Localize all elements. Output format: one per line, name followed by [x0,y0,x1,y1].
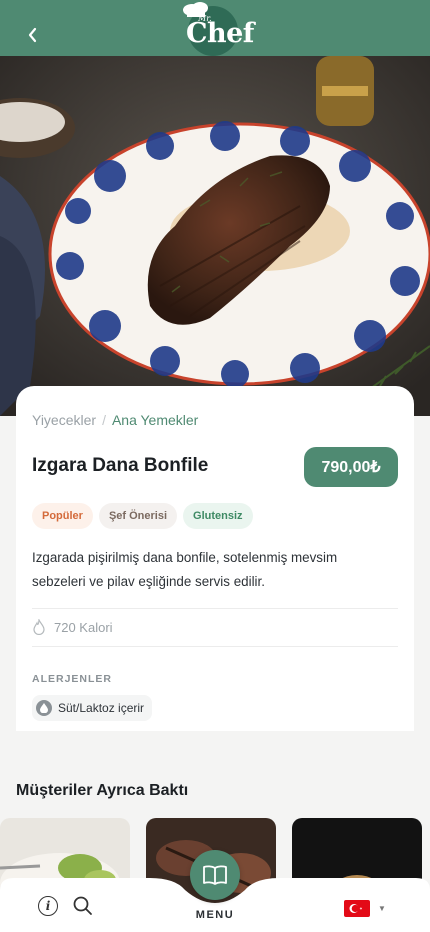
chevron-left-icon [28,27,37,43]
tag-chef-recommendation: Şef Önerisi [98,503,178,529]
app-header: Mr. Chef [0,0,430,56]
breadcrumb-separator: / [102,412,106,428]
milk-drop-icon [36,700,52,716]
allergen-chip: Süt/Laktoz içerir [32,695,153,721]
product-description: Izgarada pişirilmiş dana bonfile, sotele… [32,550,338,589]
chevron-down-icon: ▼ [378,904,386,913]
brand-logo[interactable]: Mr. Chef [174,2,254,56]
turkey-flag-icon [344,900,370,917]
menu-button[interactable] [190,850,240,900]
divider [32,646,398,647]
back-button[interactable] [18,20,48,50]
bottom-navigation: i MENU ▼ [0,850,430,932]
calorie-info: 720 Kalori [32,619,113,635]
divider [32,608,398,609]
price-badge[interactable]: 790,00₺ [304,447,398,487]
breadcrumb-current[interactable]: Ana Yemekler [112,412,198,428]
breadcrumb-parent[interactable]: Yiyecekler [32,412,96,428]
book-icon [203,865,227,885]
calorie-text: 720 Kalori [54,619,113,635]
language-selector[interactable]: ▼ [344,900,386,917]
allergens-heading: ALERJENLER [32,673,113,685]
also-viewed-title: Müşteriler Ayrıca Baktı [16,782,189,799]
breadcrumb: Yiyecekler / Ana Yemekler [32,412,198,428]
product-image [0,56,430,416]
flame-icon [33,619,45,635]
tag-list: Popüler Şef Önerisi Glutensiz [32,503,253,529]
tag-popular: Popüler [32,503,93,529]
tag-gluten-free: Glutensiz [183,503,253,529]
logo-text: Chef [186,18,254,49]
allergen-label: Süt/Laktoz içerir [58,701,145,715]
product-title: Izgara Dana Bonfile [32,455,209,476]
product-card: Yiyecekler / Ana Yemekler Izgara Dana Bonf… [16,386,414,731]
